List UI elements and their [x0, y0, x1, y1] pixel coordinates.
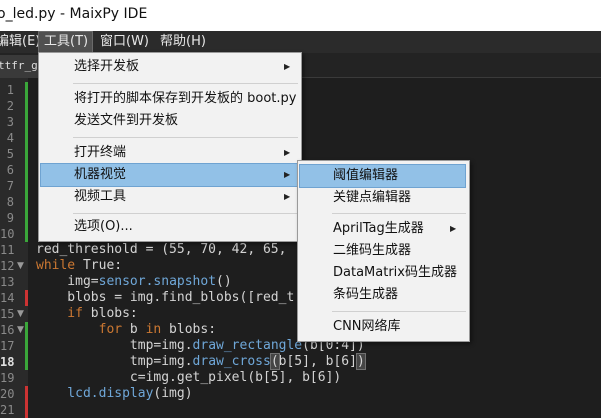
code-line: if blobs: [36, 306, 138, 321]
fold-arrow-icon[interactable]: ▼ [17, 306, 24, 322]
menu-separator [73, 213, 298, 214]
menu-item-datamatrix-generator[interactable]: DataMatrix码生成器 [299, 261, 466, 285]
fold-arrow-icon[interactable]: ▼ [17, 322, 24, 338]
change-marker-red [25, 386, 28, 418]
menu-separator [73, 137, 298, 138]
line-number: 2 [6, 99, 14, 113]
fold-arrow-icon[interactable]: ▼ [17, 258, 24, 274]
line-number: 19 [0, 371, 15, 385]
code-line: c=img.get_pixel(b[5], b[6]) [36, 370, 342, 385]
menu-separator [73, 83, 298, 84]
line-number: 12 [0, 259, 15, 273]
line-number: 11 [0, 243, 15, 257]
menu-item-apriltag-generator[interactable]: AprilTag生成器 ▶ [299, 217, 466, 241]
menu-separator [332, 213, 466, 214]
menu-item-select-board[interactable]: 选择开发板 ▶ [40, 55, 298, 79]
line-number: 4 [6, 131, 14, 145]
menu-item-machine-vision[interactable]: 机器视觉 ▶ [40, 163, 298, 187]
menu-item-send-file[interactable]: 发送文件到开发板 [40, 109, 298, 133]
submenu-arrow-icon: ▶ [450, 224, 457, 233]
line-number-gutter: 1 2 3 4 5 6 7 8 9 10 11 12 13 14 15 16 1… [0, 78, 28, 418]
menu-separator [332, 311, 466, 312]
code-line: for b in blobs: [36, 322, 217, 337]
code-line: blobs = img.find_blobs([red_t [36, 290, 295, 305]
line-number: 7 [6, 179, 14, 193]
menu-help[interactable]: 帮助(H) [155, 31, 211, 53]
line-number: 3 [6, 115, 14, 129]
code-line: red_threshold = (55, 70, 42, 65, [36, 242, 287, 257]
menu-item-threshold-editor[interactable]: 阈值编辑器 [299, 164, 466, 188]
line-number-current: 18 [0, 355, 15, 369]
line-number: 21 [0, 403, 15, 417]
line-number: 17 [0, 339, 15, 353]
menu-window[interactable]: 窗口(W) [95, 31, 154, 53]
code-line: lcd.display(img) [36, 386, 193, 401]
menu-item-save-boot-py[interactable]: 将打开的脚本保存到开发板的 boot.py [40, 87, 298, 111]
menu-item-video-tools[interactable]: 视频工具 ▶ [40, 185, 298, 209]
change-marker-green [25, 82, 28, 242]
line-number: 13 [0, 275, 15, 289]
line-number: 20 [0, 387, 15, 401]
submenu-arrow-icon: ▶ [284, 62, 291, 71]
line-number: 15 [0, 307, 15, 321]
line-number: 10 [0, 227, 15, 241]
menu-item-open-terminal[interactable]: 打开终端 ▶ [40, 141, 298, 165]
line-number: 16 [0, 323, 15, 337]
menu-item-barcode-generator[interactable]: 条码生成器 [299, 283, 466, 307]
menu-item-options[interactable]: 选项(O)... [40, 215, 298, 239]
submenu-arrow-icon: ▶ [284, 192, 291, 201]
line-number: 9 [6, 211, 14, 225]
menu-item-qrcode-generator[interactable]: 二维码生成器 [299, 239, 466, 263]
submenu-arrow-icon: ▶ [284, 170, 291, 179]
code-line: while True: [36, 258, 123, 273]
menu-item-keypoint-editor[interactable]: 关键点编辑器 [299, 186, 466, 210]
line-number: 5 [6, 147, 14, 161]
window-title: o_led.py - MaixPy IDE [0, 6, 148, 22]
change-marker-red [25, 290, 28, 306]
menu-tools[interactable]: 工具(T) [38, 31, 93, 53]
line-number: 6 [6, 163, 14, 177]
title-bar: o_led.py - MaixPy IDE [0, 0, 601, 31]
line-number: 1 [6, 83, 14, 97]
line-number: 14 [0, 291, 15, 305]
change-marker-green [25, 322, 28, 370]
menu-item-cnn-library[interactable]: CNN网络库 [299, 315, 466, 339]
code-line-current: tmp=img.draw_cross(b[5], b[6]) [36, 353, 366, 370]
submenu-arrow-icon: ▶ [284, 148, 291, 157]
code-line: img=sensor.snapshot() [36, 274, 232, 289]
machine-vision-submenu: 阈值编辑器 关键点编辑器 AprilTag生成器 ▶ 二维码生成器 DataMa… [297, 160, 470, 342]
line-number: 8 [6, 195, 14, 209]
menu-bar: 编辑(E) 工具(T) 窗口(W) 帮助(H) [0, 31, 601, 53]
tools-menu: 选择开发板 ▶ 将打开的脚本保存到开发板的 boot.py 发送文件到开发板 打… [38, 52, 302, 242]
